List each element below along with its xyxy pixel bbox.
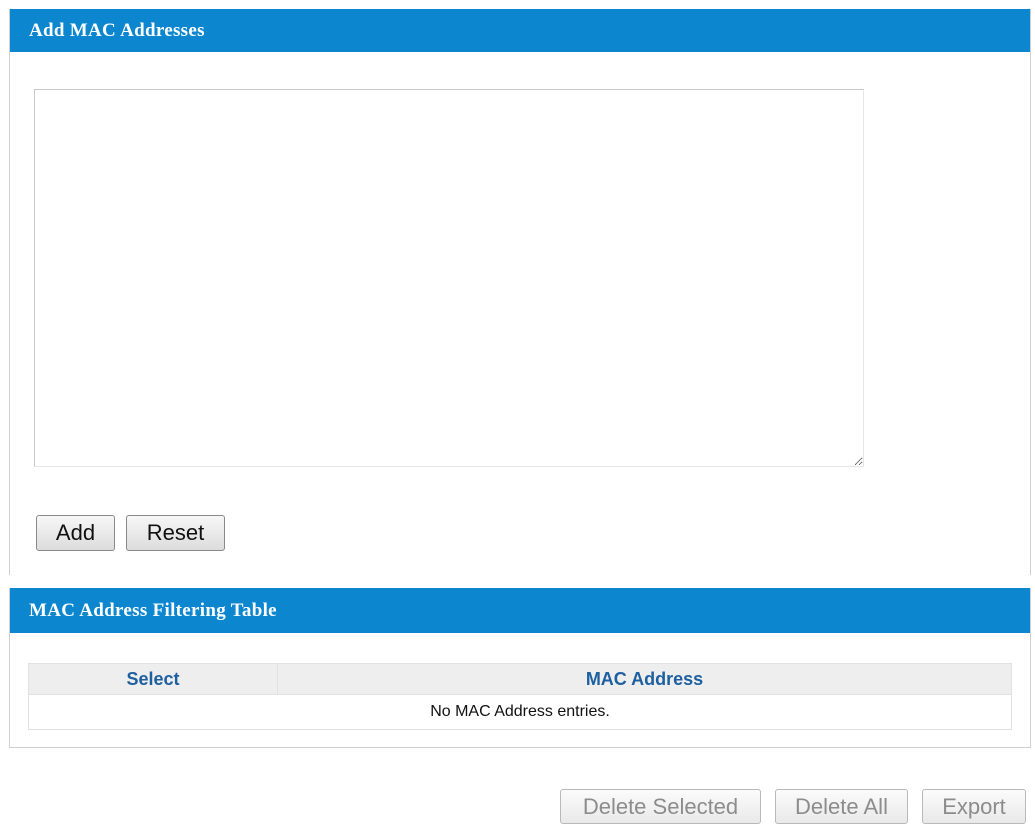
add-mac-addresses-panel: Add MAC Addresses Add Reset <box>9 9 1031 575</box>
empty-table-message: No MAC Address entries. <box>28 694 1012 730</box>
mac-filtering-table: Select MAC Address No MAC Address entrie… <box>28 663 1012 730</box>
mac-filtering-table-panel: MAC Address Filtering Table Select MAC A… <box>9 588 1031 748</box>
reset-button[interactable]: Reset <box>126 515 225 551</box>
export-button[interactable]: Export <box>922 789 1026 824</box>
add-button[interactable]: Add <box>36 515 115 551</box>
table-header-row: Select MAC Address <box>28 663 1012 695</box>
mac-addresses-textarea[interactable] <box>34 89 864 467</box>
column-header-mac-address: MAC Address <box>277 663 1012 695</box>
column-header-select: Select <box>28 663 278 695</box>
delete-selected-button[interactable]: Delete Selected <box>560 789 761 824</box>
mac-filtering-table-header: MAC Address Filtering Table <box>10 588 1030 633</box>
table-row: No MAC Address entries. <box>28 694 1012 730</box>
delete-all-button[interactable]: Delete All <box>775 789 908 824</box>
add-mac-addresses-header: Add MAC Addresses <box>10 9 1030 52</box>
